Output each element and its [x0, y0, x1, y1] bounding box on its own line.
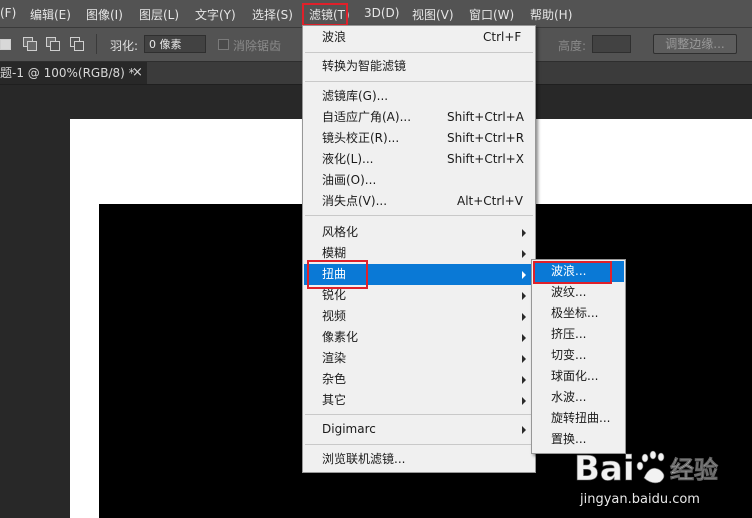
menu-item-convert-smart-filter[interactable]: 转换为智能滤镜: [304, 56, 534, 77]
wave-annotation: [533, 261, 612, 284]
menu-separator: [305, 52, 533, 53]
menu-item-stylize[interactable]: 风格化: [304, 222, 534, 243]
menu-item-noise[interactable]: 杂色: [304, 369, 534, 390]
submenu-arrow-icon: [522, 355, 526, 363]
submenu-item-spherize[interactable]: 球面化...: [533, 366, 624, 387]
menu-bar: (F) 编辑(E) 图像(I) 图层(L) 文字(Y) 选择(S) 滤镜(T) …: [0, 0, 752, 28]
menu-item-adaptive-wide-angle[interactable]: 自适应广角(A)... Shift+Ctrl+A: [304, 107, 534, 128]
menu-separator: [305, 81, 533, 82]
menu-view[interactable]: 视图(V): [412, 6, 454, 23]
refine-edge-button[interactable]: 调整边缘...: [653, 34, 737, 54]
new-selection-icon[interactable]: [0, 37, 14, 50]
menu-3d[interactable]: 3D(D): [364, 6, 399, 20]
submenu-arrow-icon: [522, 426, 526, 434]
submenu-item-zigzag[interactable]: 水波...: [533, 387, 624, 408]
menu-item-oil-paint[interactable]: 油画(O)...: [304, 170, 534, 191]
menu-item-other[interactable]: 其它: [304, 390, 534, 411]
submenu-arrow-icon: [522, 313, 526, 321]
submenu-arrow-icon: [522, 376, 526, 384]
menu-image[interactable]: 图像(I): [86, 6, 123, 23]
menu-separator: [305, 215, 533, 216]
submenu-item-polar-coordinates[interactable]: 极坐标...: [533, 303, 624, 324]
svg-text:经验: 经验: [670, 456, 718, 484]
menu-item-liquify[interactable]: 液化(L)... Shift+Ctrl+X: [304, 149, 534, 170]
feather-input[interactable]: 0 像素: [144, 35, 206, 53]
close-icon[interactable]: ×: [132, 62, 143, 84]
subtract-from-selection-icon[interactable]: [46, 37, 60, 51]
filter-menu-annotation: [302, 3, 348, 26]
menu-window[interactable]: 窗口(W): [469, 6, 514, 23]
menu-item-lens-correction[interactable]: 镜头校正(R)... Shift+Ctrl+R: [304, 128, 534, 149]
svg-text:Bai: Bai: [574, 449, 635, 489]
menu-item-last-filter[interactable]: 波浪 Ctrl+F: [304, 27, 534, 48]
submenu-item-pinch[interactable]: 挤压...: [533, 324, 624, 345]
menu-item-pixelate[interactable]: 像素化: [304, 327, 534, 348]
menu-edit[interactable]: 编辑(E): [30, 6, 71, 23]
filter-dropdown: 波浪 Ctrl+F 转换为智能滤镜 滤镜库(G)... 自适应广角(A)... …: [302, 25, 536, 473]
distort-submenu: 波浪... 波纹... 极坐标... 挤压... 切变... 球面化... 水波…: [531, 259, 626, 454]
menu-layer[interactable]: 图层(L): [139, 6, 179, 23]
document-tab-title: 标题-1 @ 100%(RGB/8) *: [0, 66, 135, 80]
baidu-watermark: Bai 经验 jingyan.baidu.com: [560, 438, 750, 516]
menu-select[interactable]: 选择(S): [252, 6, 293, 23]
menu-file[interactable]: (F): [0, 6, 16, 20]
submenu-item-twirl[interactable]: 旋转扭曲...: [533, 408, 624, 429]
menu-type[interactable]: 文字(Y): [195, 6, 236, 23]
feather-label: 羽化:: [110, 39, 139, 53]
submenu-arrow-icon: [522, 292, 526, 300]
intersect-selection-icon[interactable]: [70, 37, 84, 51]
menu-item-render[interactable]: 渲染: [304, 348, 534, 369]
submenu-arrow-icon: [522, 271, 526, 279]
distort-annotation: [307, 260, 368, 289]
antialias-checkbox[interactable]: [218, 39, 229, 50]
height-label: 高度:: [558, 39, 587, 53]
submenu-arrow-icon: [522, 334, 526, 342]
submenu-item-shear[interactable]: 切变...: [533, 345, 624, 366]
menu-item-vanishing-point[interactable]: 消失点(V)... Alt+Ctrl+V: [304, 191, 534, 212]
menu-separator: [305, 444, 533, 445]
menu-item-video[interactable]: 视频: [304, 306, 534, 327]
menu-item-digimarc[interactable]: Digimarc: [304, 419, 534, 440]
divider: [96, 34, 97, 54]
menu-separator: [305, 414, 533, 415]
watermark-url: jingyan.baidu.com: [580, 492, 700, 507]
submenu-item-ripple[interactable]: 波纹...: [533, 282, 624, 303]
add-to-selection-icon[interactable]: [23, 37, 37, 51]
menu-item-browse-online-filters[interactable]: 浏览联机滤镜...: [304, 449, 534, 470]
submenu-arrow-icon: [522, 397, 526, 405]
submenu-arrow-icon: [522, 250, 526, 258]
submenu-arrow-icon: [522, 229, 526, 237]
document-tab[interactable]: 标题-1 @ 100%(RGB/8) * ×: [0, 62, 147, 84]
height-input[interactable]: [592, 35, 631, 53]
menu-help[interactable]: 帮助(H): [530, 6, 572, 23]
menu-item-filter-gallery[interactable]: 滤镜库(G)...: [304, 86, 534, 107]
antialias-label: 消除锯齿: [233, 39, 282, 53]
baidu-jingyan-logo: Bai 经验: [574, 449, 719, 490]
